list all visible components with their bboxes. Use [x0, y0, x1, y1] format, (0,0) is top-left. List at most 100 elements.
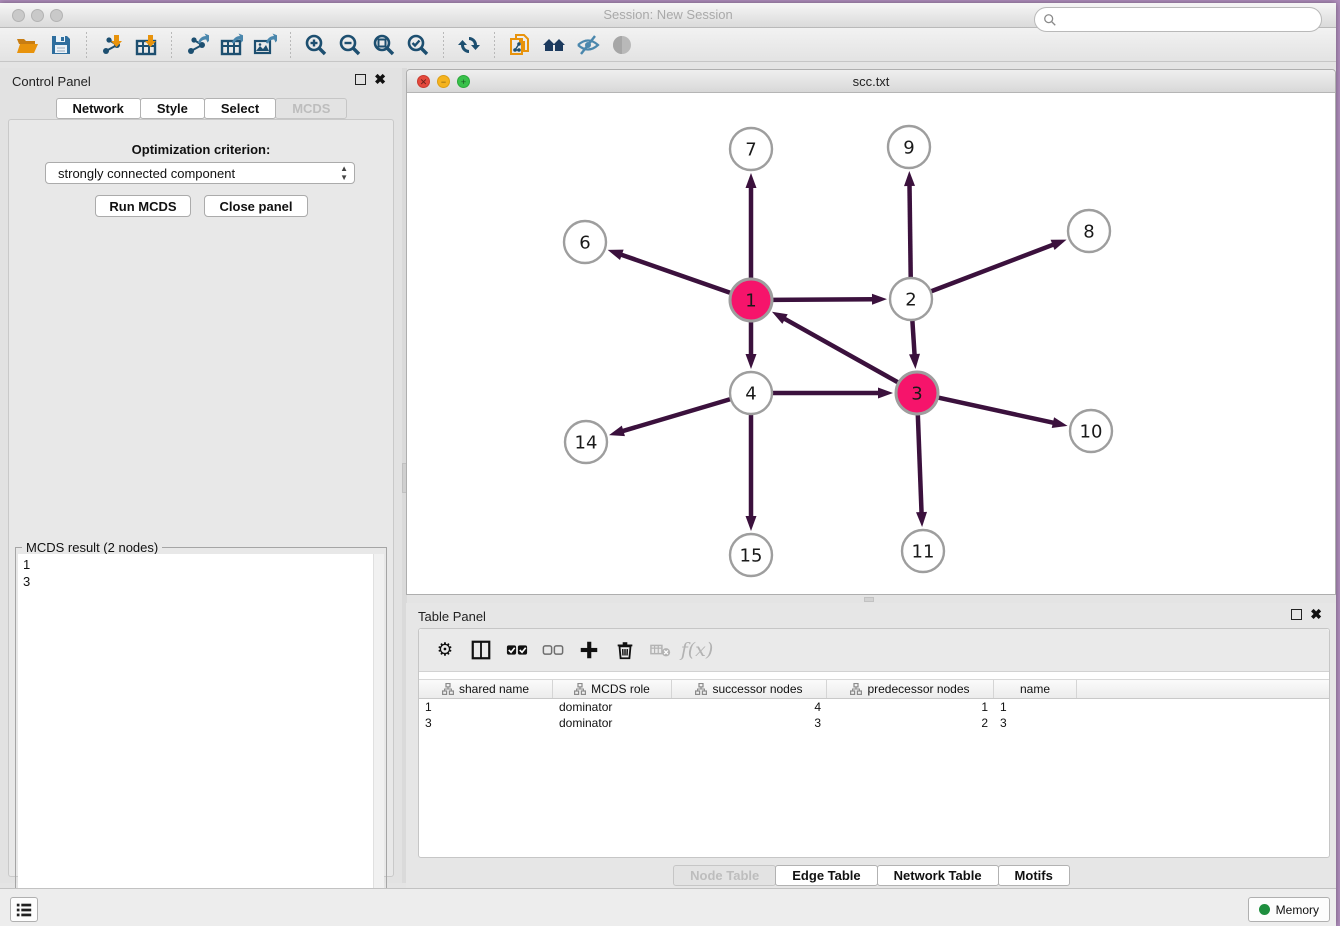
node-label: 8: [1083, 221, 1094, 242]
splitter-grip[interactable]: [864, 597, 874, 602]
tab-network[interactable]: Network: [56, 98, 141, 119]
table-cell[interactable]: 4: [672, 699, 827, 715]
zoom-in-button[interactable]: [299, 30, 333, 60]
edge-3-1[interactable]: [783, 318, 898, 383]
sort-icon: [442, 683, 454, 695]
select-all-button[interactable]: [499, 632, 535, 668]
edge-arrow-icon: [609, 426, 625, 437]
memory-button[interactable]: Memory: [1248, 897, 1330, 922]
delete-column-button[interactable]: [607, 632, 643, 668]
table-cell[interactable]: 3: [672, 715, 827, 731]
zoom-out-button[interactable]: [333, 30, 367, 60]
delete-column-icon: [614, 639, 636, 661]
show-column-button[interactable]: [463, 632, 499, 668]
network-window-titlebar[interactable]: ✕ − + scc.txt: [407, 70, 1335, 93]
graph-node-3[interactable]: 3: [896, 372, 938, 414]
edge-2-8[interactable]: [931, 244, 1055, 291]
tab-network-table[interactable]: Network Table: [877, 865, 999, 886]
horizontal-splitter[interactable]: [406, 595, 1336, 603]
table-row[interactable]: 1dominator411: [419, 699, 1329, 715]
table-cell[interactable]: 1: [994, 699, 1077, 715]
svg-text:⚙: ⚙: [437, 640, 453, 661]
first-neighbors-button[interactable]: [537, 30, 571, 60]
column-header-predecessor-nodes[interactable]: predecessor nodes: [827, 680, 994, 698]
chevron-up-down-icon: ▲▼: [340, 164, 348, 182]
export-image-button[interactable]: [248, 30, 282, 60]
node-table-container: ⚙f(x) shared nameMCDS rolesuccessor node…: [418, 628, 1330, 858]
zoom-fit-button[interactable]: [367, 30, 401, 60]
deselect-all-button[interactable]: [535, 632, 571, 668]
memory-status-icon: [1259, 904, 1270, 915]
graph-node-4[interactable]: 4: [730, 372, 772, 414]
graph-node-11[interactable]: 11: [902, 530, 944, 572]
tab-select[interactable]: Select: [204, 98, 276, 119]
graph-node-9[interactable]: 9: [888, 126, 930, 168]
import-network-button[interactable]: [95, 30, 129, 60]
column-header-MCDS-role[interactable]: MCDS role: [553, 680, 672, 698]
graph-node-6[interactable]: 6: [564, 221, 606, 263]
graph-node-10[interactable]: 10: [1070, 410, 1112, 452]
save-session-button[interactable]: [44, 30, 78, 60]
tab-mcds[interactable]: MCDS: [275, 98, 347, 119]
table-cell[interactable]: 3: [419, 715, 553, 731]
table-cell[interactable]: 1: [419, 699, 553, 715]
graph-node-7[interactable]: 7: [730, 128, 772, 170]
add-column-icon: [578, 639, 600, 661]
tab-edge-table[interactable]: Edge Table: [775, 865, 877, 886]
edge-1-6[interactable]: [620, 254, 731, 293]
graph-node-2[interactable]: 2: [890, 278, 932, 320]
table-cell[interactable]: 3: [994, 715, 1077, 731]
graph-node-14[interactable]: 14: [565, 421, 607, 463]
tab-node-table[interactable]: Node Table: [673, 865, 776, 886]
node-label: 15: [740, 545, 763, 566]
close-panel-icon[interactable]: ✖: [374, 71, 386, 88]
column-header-name[interactable]: name: [994, 680, 1077, 698]
refresh-button[interactable]: [452, 30, 486, 60]
show-all-button[interactable]: [605, 30, 639, 60]
column-header-shared-name[interactable]: shared name: [419, 680, 553, 698]
criterion-dropdown[interactable]: strongly connected component ▲▼: [45, 162, 355, 184]
tab-style[interactable]: Style: [140, 98, 205, 119]
edge-2-3[interactable]: [912, 320, 914, 356]
open-file-button[interactable]: [10, 30, 44, 60]
table-cell[interactable]: 1: [827, 699, 994, 715]
mcds-result-text[interactable]: 1 3: [18, 554, 384, 921]
float-panel-icon[interactable]: [355, 74, 366, 85]
float-panel-icon[interactable]: [1291, 609, 1302, 620]
export-table-button[interactable]: [214, 30, 248, 60]
task-history-button[interactable]: [10, 897, 38, 922]
search-input[interactable]: [1062, 13, 1321, 27]
tab-motifs[interactable]: Motifs: [998, 865, 1070, 886]
node-label: 6: [579, 232, 590, 253]
hide-selected-button[interactable]: [571, 30, 605, 60]
close-panel-button[interactable]: Close panel: [204, 195, 308, 217]
import-table-button[interactable]: [129, 30, 163, 60]
edge-1-2[interactable]: [772, 299, 874, 300]
table-row[interactable]: 3dominator323: [419, 715, 1329, 731]
clone-network-button[interactable]: [503, 30, 537, 60]
graph-node-1[interactable]: 1: [730, 279, 772, 321]
table-panel-title: Table Panel: [418, 609, 486, 624]
table-cell[interactable]: 2: [827, 715, 994, 731]
network-canvas[interactable]: 7 9 6 8 1 2 4 3 14 10 15 11: [407, 93, 1335, 594]
mcds-result-scrollbar[interactable]: [373, 554, 384, 921]
column-settings-button[interactable]: ⚙: [427, 632, 463, 668]
node-label: 14: [575, 432, 598, 453]
graph-node-8[interactable]: 8: [1068, 210, 1110, 252]
table-cell[interactable]: dominator: [553, 715, 672, 731]
table-cell[interactable]: dominator: [553, 699, 672, 715]
main-toolbar: [0, 28, 1336, 62]
edge-2-9[interactable]: [909, 184, 910, 278]
run-mcds-button[interactable]: Run MCDS: [95, 195, 191, 217]
column-header-successor-nodes[interactable]: successor nodes: [672, 680, 827, 698]
edge-4-14[interactable]: [621, 399, 730, 431]
add-column-button[interactable]: [571, 632, 607, 668]
edge-3-11[interactable]: [918, 414, 922, 514]
edge-3-10[interactable]: [938, 397, 1055, 423]
close-panel-icon[interactable]: ✖: [1310, 606, 1322, 623]
search-box[interactable]: [1034, 7, 1322, 32]
toolbar-separator: [171, 32, 172, 58]
export-network-button[interactable]: [180, 30, 214, 60]
zoom-selected-button[interactable]: [401, 30, 435, 60]
graph-node-15[interactable]: 15: [730, 534, 772, 576]
